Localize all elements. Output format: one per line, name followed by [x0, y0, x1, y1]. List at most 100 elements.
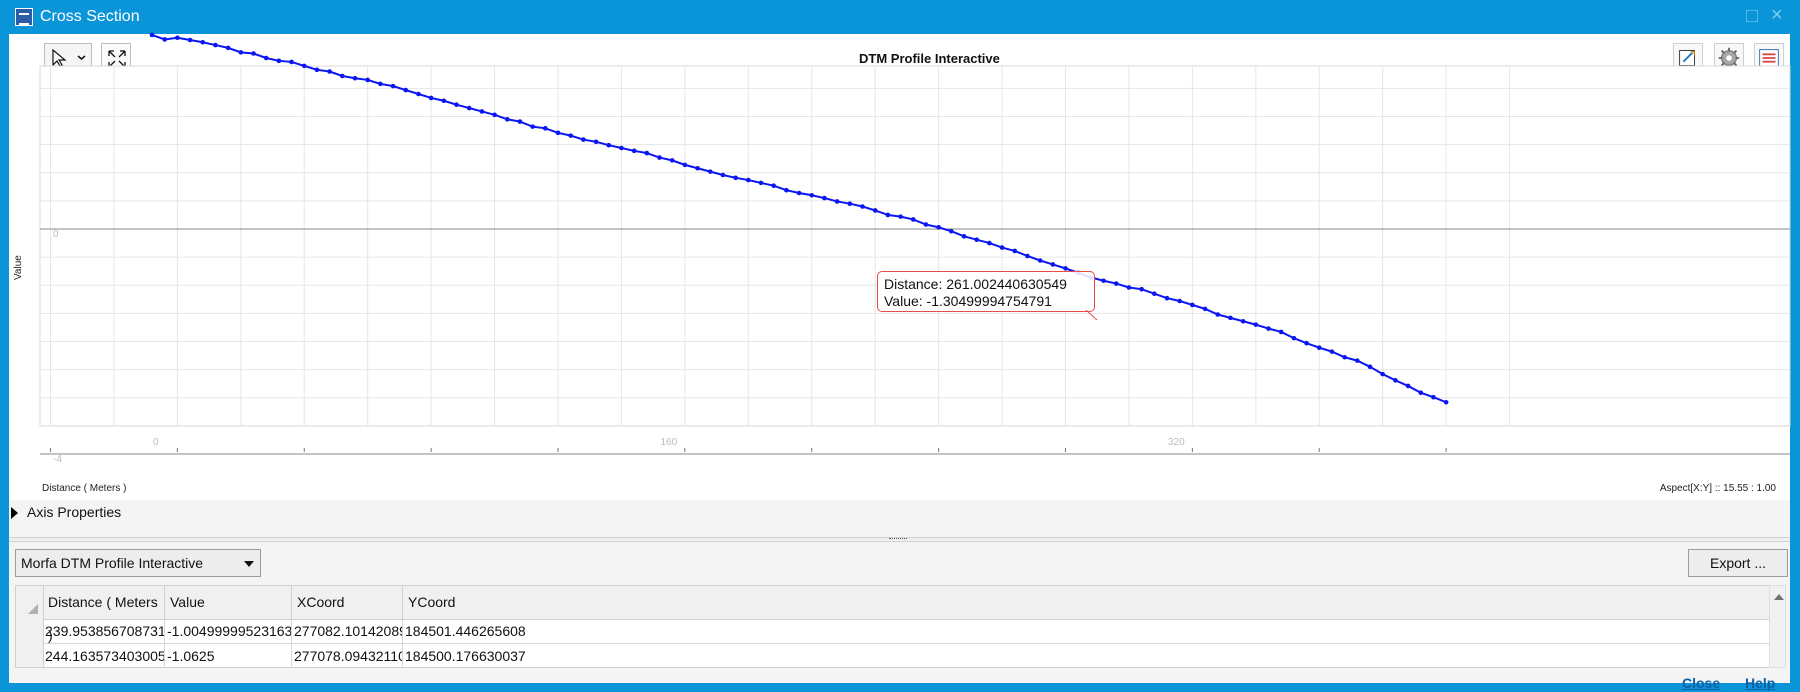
- profile-point: [504, 117, 510, 122]
- profile-selector-value: Morfa DTM Profile Interactive: [21, 555, 204, 571]
- profile-point: [669, 158, 675, 163]
- profile-point: [466, 105, 472, 111]
- tooltip-distance: Distance: 261.002440630549: [884, 276, 1067, 292]
- app-icon: [15, 8, 33, 26]
- select-all-icon[interactable]: [16, 586, 44, 619]
- maximize-button[interactable]: [1746, 10, 1758, 22]
- profile-point: [1316, 345, 1322, 350]
- table-row[interactable]: 239.953856708731 -1.00499999523163 27708…: [16, 619, 1769, 644]
- profile-point: [1304, 340, 1309, 346]
- profile-point: [1025, 253, 1030, 259]
- profile-point: [327, 69, 332, 74]
- profile-point: [238, 50, 244, 55]
- profile-point: [175, 35, 180, 41]
- profile-point: [644, 150, 650, 156]
- profile-point: [314, 67, 320, 73]
- axis-properties-toggle[interactable]: Axis Properties: [9, 502, 509, 524]
- profile-point: [454, 102, 459, 107]
- column-header-xcoord[interactable]: XCoord: [292, 586, 403, 619]
- profile-point: [187, 37, 193, 43]
- profile-point: [1139, 286, 1144, 292]
- column-header-value[interactable]: Value: [165, 586, 292, 619]
- profile-point: [352, 75, 358, 81]
- aspect-ratio-label: Aspect[X:Y] :: 15.55 : 1.00: [1659, 483, 1776, 494]
- profile-point: [1329, 349, 1335, 354]
- profile-point: [1291, 335, 1297, 341]
- scroll-up-icon[interactable]: [1774, 594, 1784, 600]
- table-cell[interactable]: 277082.101420891: [292, 619, 403, 644]
- profile-point: [568, 133, 573, 138]
- profile-point: [213, 42, 218, 48]
- table-cell[interactable]: 184501.446265608: [403, 619, 1769, 644]
- profile-point: [1202, 306, 1208, 312]
- profile-point: [872, 208, 878, 213]
- close-icon[interactable]: ×: [1771, 4, 1783, 27]
- profile-point: [949, 228, 954, 234]
- profile-point: [1355, 358, 1360, 363]
- profile-point: [758, 180, 764, 186]
- profile-data-table[interactable]: Distance ( Meters ) Value XCoord YCoord …: [15, 585, 1770, 668]
- profile-point: [479, 109, 485, 114]
- profile-point: [961, 234, 967, 239]
- chart-title: DTM Profile Interactive: [859, 51, 1000, 66]
- table-vertical-scrollbar[interactable]: [1769, 585, 1786, 668]
- profile-point: [1380, 371, 1385, 377]
- pointer-icon: [52, 49, 67, 67]
- table-cell[interactable]: -1.00499999523163: [165, 619, 292, 644]
- row-header[interactable]: [16, 644, 44, 667]
- profile-point: [898, 214, 903, 219]
- profile-point: [1405, 383, 1411, 389]
- table-cell[interactable]: -1.0625: [165, 644, 292, 667]
- export-button[interactable]: Export ...: [1688, 549, 1788, 577]
- table-cell[interactable]: 184500.176630037: [403, 644, 1769, 667]
- y-axis-tick-label: -4: [53, 454, 62, 465]
- table-row[interactable]: 244.163573403005 -1.0625 277078.09432110…: [16, 644, 1769, 667]
- profile-point: [225, 45, 231, 51]
- y-axis-label: Value: [13, 255, 24, 280]
- profile-point: [365, 77, 370, 83]
- help-link[interactable]: Help: [1745, 675, 1775, 691]
- profile-point: [974, 237, 979, 242]
- profile-point: [1240, 318, 1246, 324]
- profile-point: [517, 119, 523, 124]
- title-bar[interactable]: Cross Section ×: [0, 0, 1800, 34]
- row-header[interactable]: [16, 619, 44, 644]
- x-axis-label: Distance ( Meters ): [42, 483, 127, 494]
- expand-arrow-icon: [11, 507, 18, 519]
- profile-point: [1037, 258, 1043, 263]
- profile-point: [1367, 364, 1373, 370]
- profile-point: [1164, 295, 1170, 301]
- profile-point: [289, 59, 294, 65]
- profile-point: [822, 195, 827, 201]
- profile-point: [1431, 394, 1436, 400]
- chevron-down-icon: [244, 561, 254, 567]
- close-link[interactable]: Close: [1682, 675, 1720, 691]
- profile-point: [796, 190, 802, 196]
- table-cell[interactable]: 277078.094321106: [292, 644, 403, 667]
- profile-point: [1393, 378, 1398, 383]
- profile-point: [885, 212, 891, 218]
- table-cell[interactable]: 244.163573403005: [43, 644, 165, 667]
- column-header-distance[interactable]: Distance ( Meters ): [43, 586, 165, 643]
- axis-properties-label: Axis Properties: [27, 504, 122, 520]
- profile-point: [1266, 326, 1271, 331]
- profile-point: [1177, 298, 1182, 304]
- profile-point: [1342, 354, 1347, 360]
- profile-selector[interactable]: Morfa DTM Profile Interactive: [15, 549, 261, 577]
- profile-point: [682, 162, 688, 168]
- profile-point: [593, 139, 599, 145]
- profile-point: [149, 32, 155, 38]
- profile-point: [1228, 315, 1233, 321]
- profile-point: [771, 183, 776, 188]
- profile-point: [809, 192, 815, 198]
- table-cell[interactable]: 239.953856708731: [43, 619, 165, 644]
- profile-point: [999, 245, 1005, 250]
- profile-point: [340, 73, 345, 79]
- plot-area: [39, 65, 1791, 427]
- profile-point: [543, 126, 548, 131]
- column-header-ycoord[interactable]: YCoord: [403, 586, 1769, 619]
- profile-point: [555, 130, 561, 136]
- splitter-grip-icon: [889, 538, 907, 540]
- profile-point: [378, 81, 383, 87]
- y-axis-tick-label: 0: [53, 229, 59, 240]
